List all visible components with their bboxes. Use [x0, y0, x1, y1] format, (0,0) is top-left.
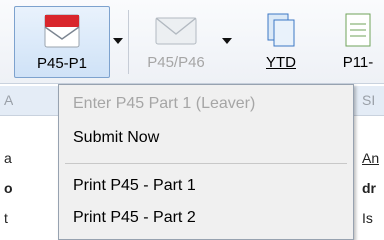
toolbar-separator	[128, 10, 129, 74]
background-text: An	[362, 150, 380, 166]
p45-p1-button[interactable]: P45-P1	[14, 6, 110, 78]
menu-item-label: Print P45 - Part 2	[73, 209, 196, 226]
p45-p46-button[interactable]: P45/P46	[132, 6, 220, 78]
chevron-down-icon[interactable]	[222, 38, 232, 46]
p11-button[interactable]: P11-	[326, 6, 384, 78]
p45-p1-label: P45-P1	[36, 55, 88, 72]
menu-item-print-p45-part1[interactable]: Print P45 - Part 1	[59, 171, 353, 201]
background-text: t	[4, 210, 8, 226]
toolbar: P45-P1 P45/P46 YTD P11-	[0, 0, 384, 84]
menu-item-label: Print P45 - Part 1	[73, 177, 196, 194]
menu-item-print-p45-part2[interactable]: Print P45 - Part 2	[59, 203, 353, 233]
spreadsheet-icon	[345, 13, 371, 47]
chevron-down-icon[interactable]	[113, 38, 123, 46]
envelope-gray-icon	[155, 17, 197, 45]
menu-separator	[65, 163, 347, 164]
menu-item-label: Enter P45 Part 1 (Leaver)	[73, 95, 256, 112]
background-text: o	[4, 180, 13, 196]
background-text: dr	[362, 180, 376, 196]
ytd-button[interactable]: YTD	[242, 6, 320, 78]
background-text: Is	[362, 210, 373, 226]
ytd-label: YTD	[266, 54, 296, 71]
documents-icon	[267, 13, 295, 47]
menu-item-submit-now[interactable]: Submit Now	[59, 123, 353, 153]
menu-item-enter-p45-part1[interactable]: Enter P45 Part 1 (Leaver)	[59, 89, 353, 119]
background-text: a	[4, 150, 12, 166]
p45-dropdown-menu: Enter P45 Part 1 (Leaver) Submit Now Pri…	[58, 84, 354, 240]
background-text: SI	[362, 92, 376, 108]
background-text: A	[4, 92, 14, 108]
p45-p46-label: P45/P46	[147, 54, 205, 71]
menu-item-label: Submit Now	[73, 129, 160, 146]
envelope-red-icon	[44, 14, 80, 48]
p11-label: P11-	[342, 54, 374, 71]
